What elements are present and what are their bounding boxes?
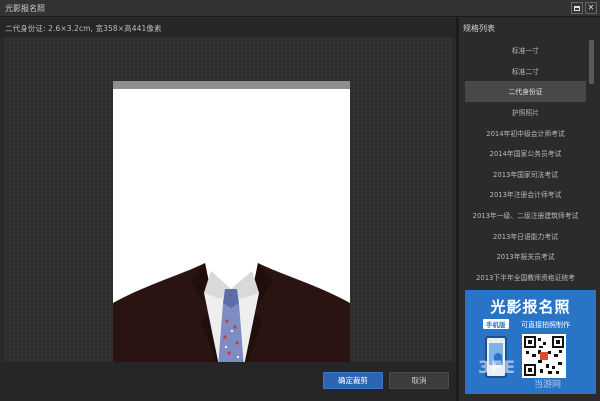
spec-item-standard-1inch[interactable]: 标准一寸 (465, 40, 586, 61)
spec-item-customs-2013[interactable]: 2013年报关员考试 (465, 246, 586, 267)
scrollbar-thumb[interactable] (589, 40, 594, 84)
spec-item-accountant-2014[interactable]: 2014年初中级会计师考试 (465, 122, 586, 143)
action-bar (0, 362, 456, 401)
spec-item-passport[interactable]: 护照照片 (465, 102, 586, 123)
spec-item-standard-2inch[interactable]: 标准二寸 (465, 61, 586, 82)
spec-info-bar: 二代身份证: 2.6×3.2cm, 宽358×高441像素 (0, 18, 456, 37)
maximize-icon (574, 5, 580, 11)
window-title: 光影报名照 (5, 4, 45, 13)
spec-item-architect-2013[interactable]: 2013年一级、二级注册建筑师考试 (465, 205, 586, 226)
spec-list-scrollbar[interactable] (588, 40, 595, 285)
ad-title: 光影报名照 (490, 298, 571, 316)
confirm-crop-button[interactable]: 确定裁剪 (323, 372, 383, 389)
cancel-button[interactable]: 取消 (389, 372, 449, 389)
spec-list-title: 规格列表 (463, 24, 495, 33)
watermark-site-name: 当游网 (534, 380, 562, 390)
ad-badge: 手机版 (483, 319, 509, 329)
watermark-logo: 3FE (478, 358, 517, 378)
spec-item-civil-service-2014[interactable]: 2014年国家公务员考试 (465, 143, 586, 164)
spec-item-japanese-2013[interactable]: 2013年日语能力考试 (465, 225, 586, 246)
app-window: 光影报名照 ✕ 二代身份证: 2.6×3.2cm, 宽358×高441像素 确定… (0, 0, 600, 401)
maximize-button[interactable] (571, 2, 583, 14)
spec-item-cpa-2013[interactable]: 2013年注册会计师考试 (465, 184, 586, 205)
spec-item-judicial-2013[interactable]: 2013年国家司法考试 (465, 164, 586, 185)
ad-slogan: 可直接拍照制作 (521, 321, 570, 329)
spec-list: 标准一寸 标准二寸 二代身份证 护照照片 2014年初中级会计师考试 2014年… (465, 40, 586, 285)
preview-canvas (4, 37, 453, 390)
title-bar: 光影报名照 ✕ (0, 0, 600, 17)
qr-code-icon (522, 334, 566, 378)
mobile-app-ad-banner[interactable]: 光影报名照 手机版 可直接拍照制作 (465, 290, 596, 394)
photo-crop-area[interactable] (113, 81, 350, 390)
spec-info-text: 二代身份证: 2.6×3.2cm, 宽358×高441像素 (5, 24, 162, 33)
spec-item-teacher-2013[interactable]: 2013下半年全国教师资格证统考 (465, 267, 586, 285)
close-button[interactable]: ✕ (585, 2, 597, 14)
suit-template-image (113, 259, 350, 390)
spec-item-id-card[interactable]: 二代身份证 (465, 81, 586, 102)
close-icon: ✕ (587, 3, 595, 12)
